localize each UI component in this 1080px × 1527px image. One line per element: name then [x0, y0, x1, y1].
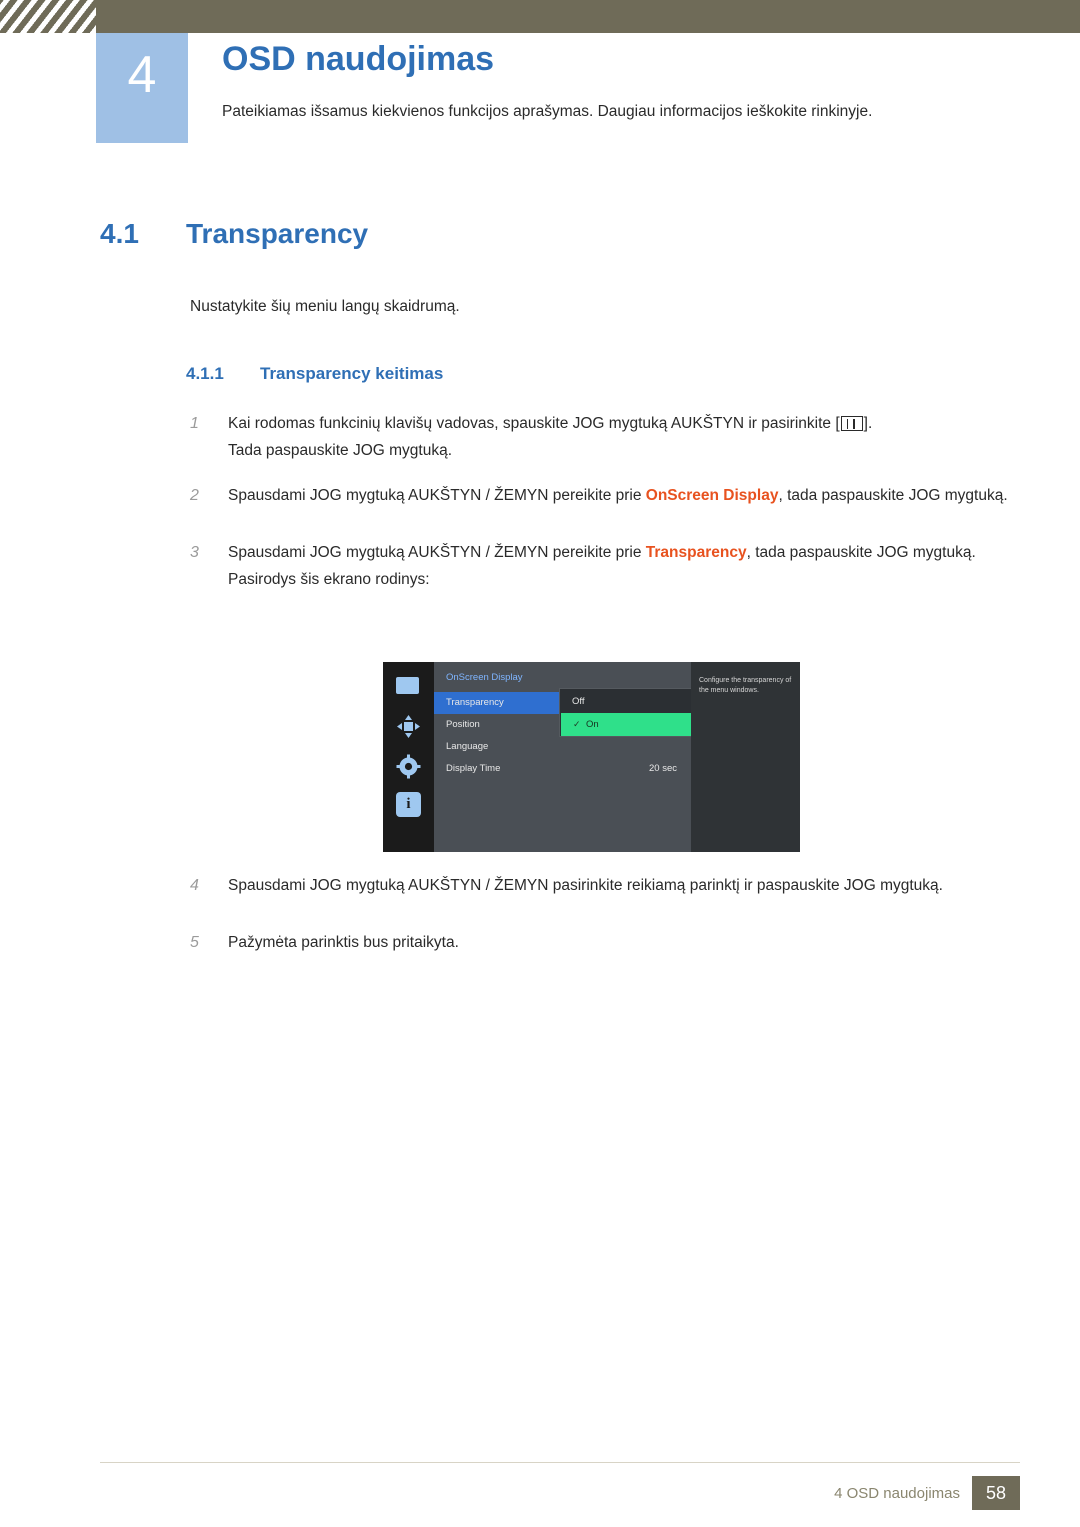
osd-option-on-label: On — [586, 719, 599, 730]
gear-icon — [396, 754, 421, 779]
osd-row-display-time-value: 20 sec — [649, 763, 677, 774]
osd-row-language[interactable]: Language — [434, 736, 691, 758]
step-4-marker: 4 — [190, 877, 199, 894]
section-title: Transparency — [186, 218, 369, 249]
page-subtitle: Pateikiamas išsamus kiekvienos funkcijos… — [222, 103, 873, 120]
step-1: 1 Kai rodomas funkcinių klavišų vadovas,… — [190, 410, 1020, 464]
step-3-body: Spausdami JOG mygtuką AUKŠTYN / ŽEMYN pe… — [228, 539, 1020, 593]
monitor-icon — [396, 677, 419, 694]
footer-divider — [100, 1462, 1020, 1463]
page-number: 58 — [972, 1476, 1020, 1510]
arrows-icon — [396, 714, 421, 739]
step-5-body: Pažymėta parinktis bus pritaikyta. — [228, 934, 459, 951]
step-1-line2: Tada paspauskite JOG mygtuką. — [228, 442, 453, 459]
subsection-title: Transparency keitimas — [260, 364, 444, 383]
step-5-marker: 5 — [190, 934, 199, 951]
header-band — [0, 0, 1080, 33]
step-2-text-after: , tada paspauskite JOG mygtuką. — [778, 487, 1008, 504]
info-icon: i — [396, 792, 421, 817]
step-2-text-before: Spausdami JOG mygtuką AUKŠTYN / ŽEMYN pe… — [228, 487, 646, 504]
step-2-marker: 2 — [190, 487, 199, 504]
chapter-number: 4 — [127, 46, 157, 104]
osd-row-language-label: Language — [446, 741, 489, 752]
osd-menu-icon — [840, 416, 863, 431]
step-3: 3 Spausdami JOG mygtuką AUKŠTYN / ŽEMYN … — [190, 539, 1020, 593]
step-2-highlight: OnScreen Display — [645, 487, 779, 504]
step-2-body: Spausdami JOG mygtuką AUKŠTYN / ŽEMYN pe… — [228, 482, 1020, 509]
osd-menu-title: OnScreen Display — [446, 672, 523, 683]
osd-icon-column: i — [383, 662, 434, 852]
step-5: 5 Pažymėta parinktis bus pritaikyta. — [190, 929, 1020, 956]
section-number: 4.1 — [100, 218, 139, 249]
step-4: 4 Spausdami JOG mygtuką AUKŠTYN / ŽEMYN … — [190, 872, 1020, 899]
step-1-marker: 1 — [190, 415, 199, 432]
step-3-line2: Pasirodys šis ekrano rodinys: — [228, 571, 430, 588]
subsection-number: 4.1.1 — [186, 364, 224, 383]
step-1-text-before: Kai rodomas funkcinių klavišų vadovas, s… — [228, 415, 840, 432]
osd-row-transparency-label: Transparency — [446, 697, 504, 708]
step-3-marker: 3 — [190, 544, 199, 561]
step-3-highlight: Transparency — [645, 544, 747, 561]
step-1-text-after: ]. — [863, 415, 873, 432]
step-2: 2 Spausdami JOG mygtuką AUKŠTYN / ŽEMYN … — [190, 482, 1020, 509]
osd-row-display-time[interactable]: Display Time 20 sec — [434, 758, 691, 780]
section-intro: Nustatykite šių meniu langų skaidrumą. — [190, 298, 460, 315]
step-3-text-before: Spausdami JOG mygtuką AUKŠTYN / ŽEMYN pe… — [228, 544, 646, 561]
page-title: OSD naudojimas — [222, 40, 495, 78]
header-hatch-decoration — [0, 0, 96, 33]
osd-row-display-time-label: Display Time — [446, 763, 501, 774]
osd-row-position-label: Position — [446, 719, 480, 730]
osd-description-text: Configure the transparency of the menu w… — [699, 677, 792, 694]
osd-screenshot: i OnScreen Display Transparency Position… — [383, 662, 800, 852]
step-4-body: Spausdami JOG mygtuką AUKŠTYN / ŽEMYN pa… — [228, 877, 943, 894]
check-icon: ✓ — [573, 719, 581, 729]
osd-option-on[interactable]: ✓ On — [561, 713, 712, 736]
step-3-text-after: , tada paspauskite JOG mygtuką. — [746, 544, 976, 561]
footer-label: 4 OSD naudojimas — [834, 1485, 960, 1502]
step-1-body: Kai rodomas funkcinių klavišų vadovas, s… — [228, 410, 1020, 464]
osd-option-off-label: Off — [572, 696, 585, 707]
